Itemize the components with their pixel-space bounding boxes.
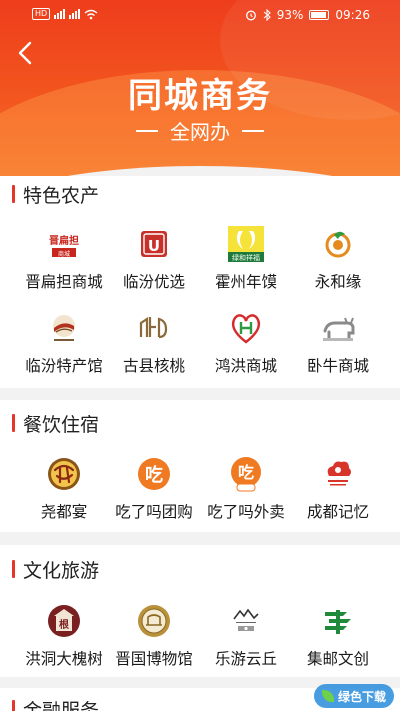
- signal-icon: [54, 9, 66, 19]
- section-marker: [12, 185, 15, 203]
- chilema-waimai-logo-icon: 吃: [224, 454, 268, 494]
- jin-biandan-logo-icon: 晋扁担 商城: [42, 224, 86, 264]
- section-marker: [12, 414, 15, 432]
- svg-text:绿和祥福: 绿和祥福: [232, 253, 260, 262]
- app-item-linfen-youxuan[interactable]: U 临汾优选: [104, 224, 204, 292]
- leaf-icon: [321, 690, 334, 702]
- yaodu-yan-logo-icon: [42, 454, 86, 494]
- page-title: 同城商务: [128, 76, 272, 116]
- app-item-dahuaishu[interactable]: 根 洪洞大槐树: [14, 601, 114, 669]
- status-bar: HD 93% 09:26: [0, 0, 400, 30]
- guxian-hetao-logo-icon: [132, 308, 176, 348]
- app-item-guxian-hetao[interactable]: 古县核桃: [104, 308, 204, 376]
- battery-icon: [309, 10, 330, 20]
- app-item-chengdu-jiyi[interactable]: 成都记忆: [288, 454, 388, 522]
- section-marker: [12, 700, 15, 711]
- section-title: 金融服务: [12, 697, 99, 711]
- app-item-leyou-yunqiu[interactable]: 乐游云丘: [196, 601, 296, 669]
- page-subtitle: 全网办: [0, 116, 400, 145]
- svg-text:吃: 吃: [238, 463, 254, 482]
- back-arrow-icon[interactable]: [14, 40, 38, 66]
- section-dining-lodging: 餐饮住宿 尧都宴 吃 吃了吗团购 吃 吃了吗外卖 成都记忆: [0, 400, 400, 532]
- chengdu-jiyi-logo-icon: [316, 454, 360, 494]
- hd-badge: HD: [32, 8, 51, 20]
- woniu-logo-icon: [316, 308, 360, 348]
- bluetooth-icon: [263, 9, 271, 21]
- leyou-yunqiu-logo-icon: [224, 601, 268, 641]
- svg-text:晋扁担: 晋扁担: [49, 234, 79, 247]
- jinguo-museum-logo-icon: [132, 601, 176, 641]
- chilema-tuangou-logo-icon: 吃: [132, 454, 176, 494]
- section-title: 文化旅游: [12, 557, 99, 582]
- dahuaishu-logo-icon: 根: [42, 601, 86, 641]
- linfen-youxuan-logo-icon: U: [132, 224, 176, 264]
- section-title: 餐饮住宿: [12, 411, 99, 436]
- section-marker: [12, 560, 15, 578]
- subtitle-dash: [242, 129, 264, 132]
- yonghe-yuan-logo-icon: [316, 224, 360, 264]
- section-culture-tourism: 文化旅游 根 洪洞大槐树 晋国博物馆 乐游云丘 集邮文创: [0, 545, 400, 677]
- app-item-jinguo-museum[interactable]: 晋国博物馆: [104, 601, 204, 669]
- linfen-techan-logo-icon: [42, 308, 86, 348]
- svg-text:根: 根: [59, 618, 69, 631]
- app-item-woniu[interactable]: 卧牛商城: [288, 308, 388, 376]
- battery-percent: 93%: [276, 8, 304, 22]
- svg-text:吃: 吃: [145, 464, 163, 486]
- signal-icon: [69, 9, 81, 19]
- subtitle-dash: [136, 129, 158, 132]
- app-item-yaodu-yan[interactable]: 尧都宴: [14, 454, 114, 522]
- watermark: 绿色下载: [313, 684, 394, 708]
- honghong-logo-icon: [224, 308, 268, 348]
- section-farm-products: 特色农产 晋扁担 商城 晋扁担商城 U 临汾优选 绿和祥福 霍州年馍 永和缘 临汾…: [0, 176, 400, 388]
- svg-text:商城: 商城: [58, 250, 70, 258]
- app-item-jiyou-wenchuang[interactable]: 集邮文创: [288, 601, 388, 669]
- app-item-jin-biandan[interactable]: 晋扁担 商城 晋扁担商城: [14, 224, 114, 292]
- huozhou-nianmo-logo-icon: 绿和祥福: [224, 224, 268, 264]
- subtitle-text: 全网办: [170, 120, 230, 144]
- alarm-icon: [245, 10, 256, 21]
- app-item-chilema-tuangou[interactable]: 吃 吃了吗团购: [104, 454, 204, 522]
- svg-text:U: U: [148, 237, 160, 255]
- app-item-huozhou-nianmo[interactable]: 绿和祥福 霍州年馍: [196, 224, 296, 292]
- app-item-chilema-waimai[interactable]: 吃 吃了吗外卖: [196, 454, 296, 522]
- wifi-icon: [84, 9, 98, 19]
- clock: 09:26: [335, 8, 370, 22]
- post-logo-icon: [316, 601, 360, 641]
- app-item-yonghe-yuan[interactable]: 永和缘: [288, 224, 388, 292]
- app-item-linfen-techan[interactable]: 临汾特产馆: [14, 308, 114, 376]
- section-title: 特色农产: [12, 182, 99, 207]
- app-item-honghong[interactable]: 鸿洪商城: [196, 308, 296, 376]
